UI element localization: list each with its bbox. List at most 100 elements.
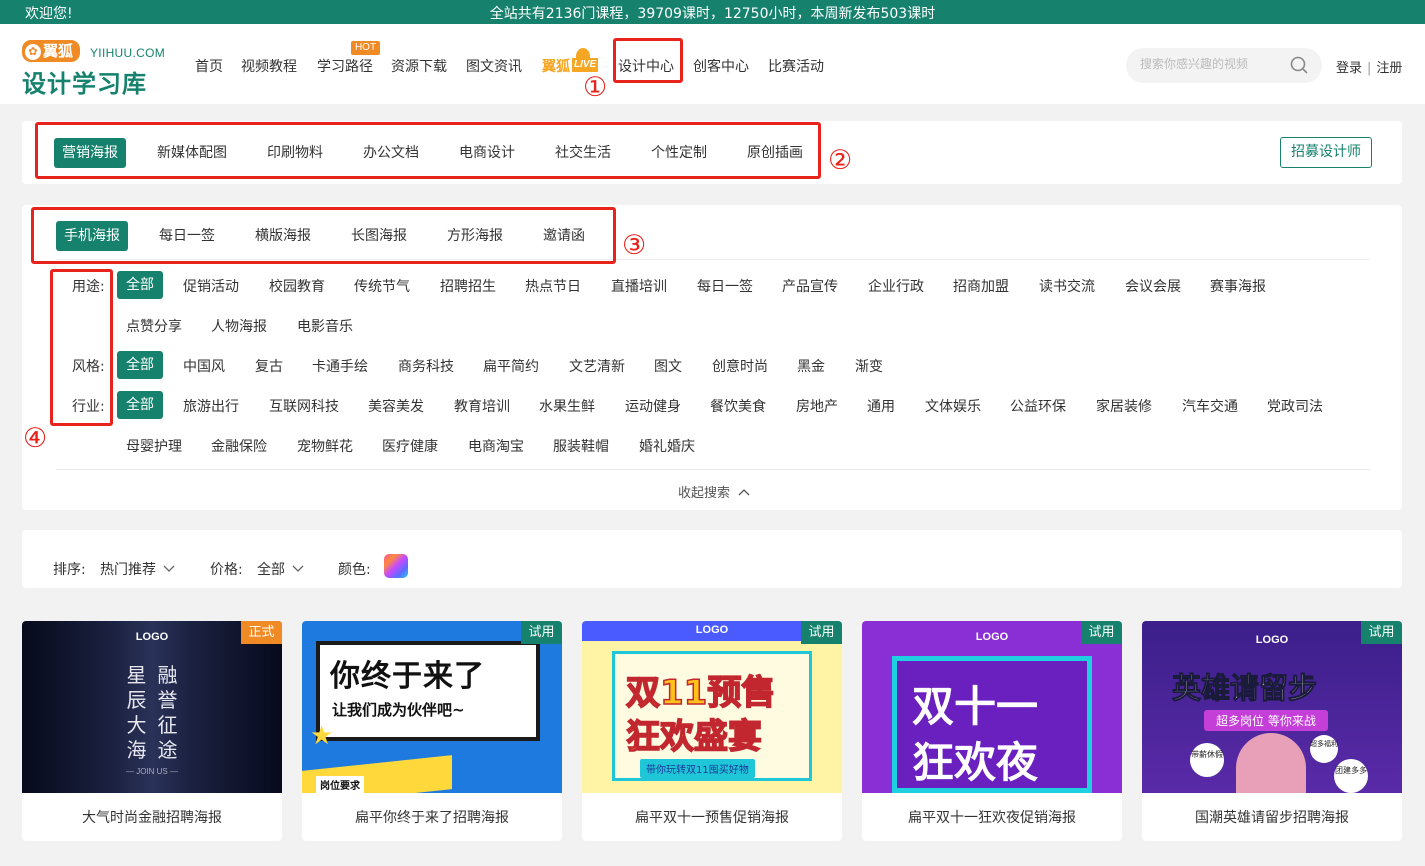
template-title[interactable]: 大气时尚金融招聘海报 [22,807,282,827]
nav-video-tutorials[interactable]: 视频教程 [241,56,297,76]
template-card[interactable]: LOGO 双十一 狂欢夜 试用 扁平双十一狂欢夜促销海报 [862,621,1122,841]
category-tab-new-media[interactable]: 新媒体配图 [157,138,227,168]
filter-usage-item[interactable]: 校园教育 [269,276,325,296]
filter-usage-item[interactable]: 读书交流 [1039,276,1095,296]
filter-style-item[interactable]: 卡通手绘 [312,356,368,376]
filter-industry-item[interactable]: 文体娱乐 [925,396,981,416]
category-tab-office-docs[interactable]: 办公文档 [363,138,419,168]
filter-style-item[interactable]: 商务科技 [398,356,454,376]
filter-usage-item[interactable]: 热点节日 [525,276,581,296]
filter-usage-item[interactable]: 招商加盟 [953,276,1009,296]
category-tab-custom[interactable]: 个性定制 [651,138,707,168]
template-title[interactable]: 扁平你终于来了招聘海报 [302,807,562,827]
filter-industry-item[interactable]: 互联网科技 [269,396,339,416]
template-title[interactable]: 国潮英雄请留步招聘海报 [1142,807,1402,827]
thumb-char: 融 [157,663,178,687]
filter-usage-item[interactable]: 产品宣传 [782,276,838,296]
subcategory-tab-square-poster[interactable]: 方形海报 [447,221,503,251]
thumb-headline: 双十一 [912,682,1039,731]
filter-industry-item[interactable]: 汽车交通 [1182,396,1238,416]
category-tab-social-life[interactable]: 社交生活 [555,138,611,168]
filter-industry-all[interactable]: 全部 [117,391,163,419]
template-title[interactable]: 扁平双十一狂欢夜促销海报 [862,807,1122,827]
template-title[interactable]: 扁平双十一预售促销海报 [582,807,842,827]
filter-industry-item[interactable]: 通用 [867,396,895,416]
filter-industry-item[interactable]: 服装鞋帽 [553,436,609,456]
annotation-marker-4: ④ [23,423,48,454]
filter-industry-item[interactable]: 金融保险 [211,436,267,456]
search-icon[interactable] [1290,56,1308,74]
filter-usage-item[interactable]: 赛事海报 [1210,276,1266,296]
filter-style-item[interactable]: 图文 [654,356,682,376]
filter-industry-item[interactable]: 电商淘宝 [468,436,524,456]
search-box [1126,48,1322,83]
filter-industry-item[interactable]: 房地产 [796,396,838,416]
filter-style-item[interactable]: 文艺清新 [569,356,625,376]
filter-industry-item[interactable]: 水果生鲜 [539,396,595,416]
register-link[interactable]: 注册 [1376,61,1402,76]
subcategory-tab-invitation[interactable]: 邀请函 [543,221,585,251]
template-card[interactable]: LOGO 星融 辰誉 大征 海途 — JOIN US — 正式 大气时尚金融招聘… [22,621,282,841]
template-card[interactable]: 你终于来了 让我们成为伙伴吧~ ★ 岗位要求 试用 扁平你终于来了招聘海报 [302,621,562,841]
filter-usage-item[interactable]: 传统节气 [354,276,410,296]
filter-industry-item[interactable]: 婚礼婚庆 [639,436,695,456]
nav-resource-download[interactable]: 资源下载 [391,56,447,76]
subcategory-tab-horizontal-poster[interactable]: 横版海报 [255,221,311,251]
nav-design-center[interactable]: 设计中心 [618,56,674,76]
collapse-search-toggle[interactable]: 收起搜索 [678,482,750,501]
filter-usage-all[interactable]: 全部 [117,271,163,299]
site-logo[interactable]: ✿ 翼狐 YIIHUU.COM 设计学习库 [22,40,177,98]
filter-style-item[interactable]: 黑金 [797,356,825,376]
filter-usage-item[interactable]: 会议会展 [1125,276,1181,296]
filter-industry-item[interactable]: 医疗健康 [382,436,438,456]
filter-style-item[interactable]: 渐变 [855,356,883,376]
filter-style-all[interactable]: 全部 [117,351,163,379]
filter-industry-item[interactable]: 公益环保 [1010,396,1066,416]
subcategory-tab-daily-sign[interactable]: 每日一签 [159,221,215,251]
filter-usage-item[interactable]: 人物海报 [211,316,267,336]
thumb-headline: 你终于来了 [330,659,485,694]
filter-industry-item[interactable]: 餐饮美食 [710,396,766,416]
filter-usage-item[interactable]: 招聘招生 [440,276,496,296]
filter-industry-item[interactable]: 旅游出行 [183,396,239,416]
nav-articles[interactable]: 图文资讯 [466,56,522,76]
filter-style-item[interactable]: 创意时尚 [712,356,768,376]
filter-industry-item[interactable]: 母婴护理 [126,436,182,456]
price-dropdown[interactable]: 全部 [257,559,304,579]
search-input[interactable] [1140,57,1280,71]
nav-maker-center[interactable]: 创客中心 [693,56,749,76]
top-announcement-bar: 欢迎您! 全站共有2136门课程，39709课时，12750小时，本周新发布50… [0,0,1425,24]
filter-industry-item[interactable]: 党政司法 [1267,396,1323,416]
filter-style-item[interactable]: 扁平简约 [483,356,539,376]
color-picker-swatch[interactable] [384,554,408,578]
filter-usage-item[interactable]: 电影音乐 [297,316,353,336]
login-link[interactable]: 登录 [1336,61,1362,76]
category-tab-ecommerce[interactable]: 电商设计 [459,138,515,168]
filter-industry-item[interactable]: 美容美发 [368,396,424,416]
recruit-designer-button[interactable]: 招募设计师 [1280,137,1372,168]
sort-dropdown[interactable]: 热门推荐 [100,559,175,579]
filter-usage-item[interactable]: 直播培训 [611,276,667,296]
filter-industry-item[interactable]: 家居装修 [1096,396,1152,416]
filter-style-item[interactable]: 中国风 [183,356,225,376]
subcategory-divider [56,259,1370,260]
subcategory-tab-mobile-poster[interactable]: 手机海报 [56,221,128,251]
subcategory-tab-long-poster[interactable]: 长图海报 [351,221,407,251]
template-card[interactable]: LOGO 双11预售 狂欢盛宴 带你玩转双11囤买好物 试用 扁平双十一预售促销… [582,621,842,841]
filter-usage-item[interactable]: 促销活动 [183,276,239,296]
category-tab-print[interactable]: 印刷物料 [267,138,323,168]
filter-usage-item[interactable]: 企业行政 [868,276,924,296]
nav-learning-path[interactable]: 学习路径 [317,56,373,76]
nav-competitions[interactable]: 比赛活动 [768,56,824,76]
filter-usage-item[interactable]: 每日一签 [697,276,753,296]
filter-industry-item[interactable]: 宠物鲜花 [297,436,353,456]
filter-style-item[interactable]: 复古 [255,356,283,376]
nav-home[interactable]: 首页 [195,56,223,76]
category-tab-illustration[interactable]: 原创插画 [747,138,803,168]
filter-industry-item[interactable]: 教育培训 [454,396,510,416]
filter-usage-item[interactable]: 点赞分享 [126,316,182,336]
template-card[interactable]: LOGO 英雄请留步 超多岗位 等你来战 带薪休假 超多福利 团建多多 试用 国… [1142,621,1402,841]
thumb-char: 辰 [126,688,147,712]
category-tab-marketing-poster[interactable]: 营销海报 [54,138,126,168]
filter-industry-item[interactable]: 运动健身 [625,396,681,416]
